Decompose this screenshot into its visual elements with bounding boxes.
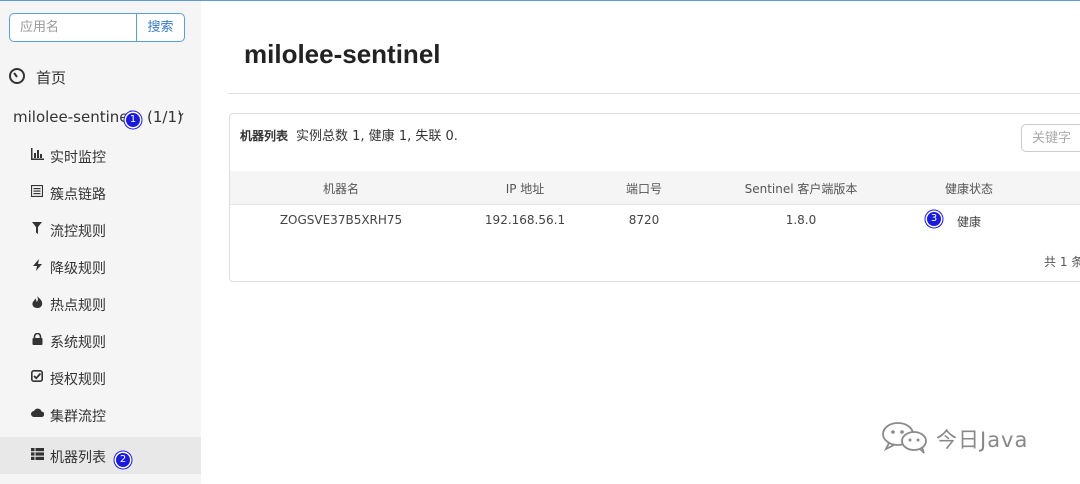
instance-summary: 实例总数 1, 健康 1, 失联 0. — [296, 129, 458, 144]
sidebar-item-label: 实时监控 — [50, 150, 106, 166]
sidebar-item-label: 热点规则 — [50, 298, 106, 314]
sidebar-item-home[interactable]: 首页 — [0, 57, 201, 95]
sidebar-item-identity[interactable]: 簇点链路 — [0, 174, 201, 211]
sidebar-item-authority[interactable]: 授权规则 — [0, 359, 201, 396]
machine-list-panel: 机器列表实例总数 1, 健康 1, 失联 0. 机器名 IP 地址 端口号 Se… — [229, 113, 1080, 282]
cloud-icon — [30, 407, 44, 421]
annotation-badge-1: 1 — [126, 113, 140, 127]
column-header: 机器名 — [322, 182, 360, 196]
sidebar-item-label: 机器列表 — [50, 450, 106, 466]
sidebar: 搜索 首页 milolee-sentinel 1 (1/1) ⌄ 实时监控 簇点… — [0, 1, 201, 484]
dashboard-icon — [9, 68, 25, 84]
sidebar-item-system[interactable]: 系统规则 — [0, 322, 201, 359]
filter-icon — [30, 222, 44, 236]
table-header: 机器名 IP 地址 端口号 Sentinel 客户端版本 健康状态 — [230, 171, 1080, 205]
sidebar-item-param-flow[interactable]: 热点规则 — [0, 285, 201, 322]
list-icon — [30, 184, 44, 199]
divider — [229, 93, 1080, 94]
annotation-badge-3: 3 — [927, 212, 941, 226]
annotation-badge-2: 2 — [116, 453, 130, 467]
main-content: milolee-sentinel 机器列表 实例总数 1, 健康 1, 失联 0.… — [201, 1, 1080, 484]
flash-icon — [30, 259, 44, 273]
sidebar-item-label: 授权规则 — [50, 372, 106, 388]
machine-name-cell: ZOGSVE37B5XRH75 — [279, 213, 403, 227]
watermark-text: 今日Java — [936, 428, 1029, 452]
ip-cell: 192.168.56.1 — [484, 213, 566, 227]
sidebar-item-label: 流控规则 — [50, 224, 106, 240]
column-header: Sentinel 客户端版本 — [744, 182, 858, 196]
keyword-search-input[interactable] — [1021, 124, 1080, 152]
total-count: 共 1 条 — [1044, 255, 1080, 269]
sidebar-item-metric[interactable]: 实时监控 — [0, 137, 201, 174]
panel-heading: 机器列表 实例总数 1, 健康 1, 失联 0. — [240, 125, 458, 144]
bar-chart-icon — [30, 148, 44, 162]
th-list-icon — [30, 448, 44, 462]
app-name: milolee-sentinel — [13, 108, 133, 126]
lock-icon — [30, 332, 44, 347]
app-search-input[interactable] — [9, 13, 136, 42]
sidebar-item-cluster[interactable]: 集群流控 — [0, 396, 201, 433]
app-search: 搜索 — [9, 13, 185, 42]
port-cell: 8720 — [628, 213, 660, 227]
app-menu-toggle[interactable]: milolee-sentinel 1 (1/1) ⌄ — [0, 100, 201, 136]
column-header: 健康状态 — [944, 182, 994, 196]
home-label: 首页 — [36, 69, 67, 87]
search-button[interactable]: 搜索 — [136, 13, 185, 42]
check-square-icon — [30, 370, 44, 384]
page-title: milolee-sentinel — [244, 39, 441, 69]
column-header: IP 地址 — [505, 182, 545, 196]
sidebar-item-label: 系统规则 — [50, 335, 106, 351]
sidebar-item-label: 集群流控 — [50, 409, 106, 425]
sidebar-item-machines[interactable]: 机器列表 2 — [0, 437, 201, 474]
version-cell: 1.8.0 — [785, 213, 817, 227]
sidebar-item-flow[interactable]: 流控规则 — [0, 211, 201, 248]
sidebar-item-label: 降级规则 — [50, 261, 106, 277]
chevron-down-icon: ⌄ — [176, 105, 187, 119]
watermark: 今日Java — [880, 420, 1050, 454]
fire-icon — [30, 296, 44, 310]
panel-title: 机器列表 — [240, 129, 289, 143]
column-header: 端口号 — [625, 182, 663, 196]
sidebar-item-label: 簇点链路 — [50, 187, 106, 203]
health-status-cell: 健康 — [956, 215, 982, 229]
sidebar-item-degrade[interactable]: 降级规则 — [0, 248, 201, 285]
table-row: ZOGSVE37B5XRH75 192.168.56.1 8720 1.8.0 … — [230, 205, 1080, 239]
